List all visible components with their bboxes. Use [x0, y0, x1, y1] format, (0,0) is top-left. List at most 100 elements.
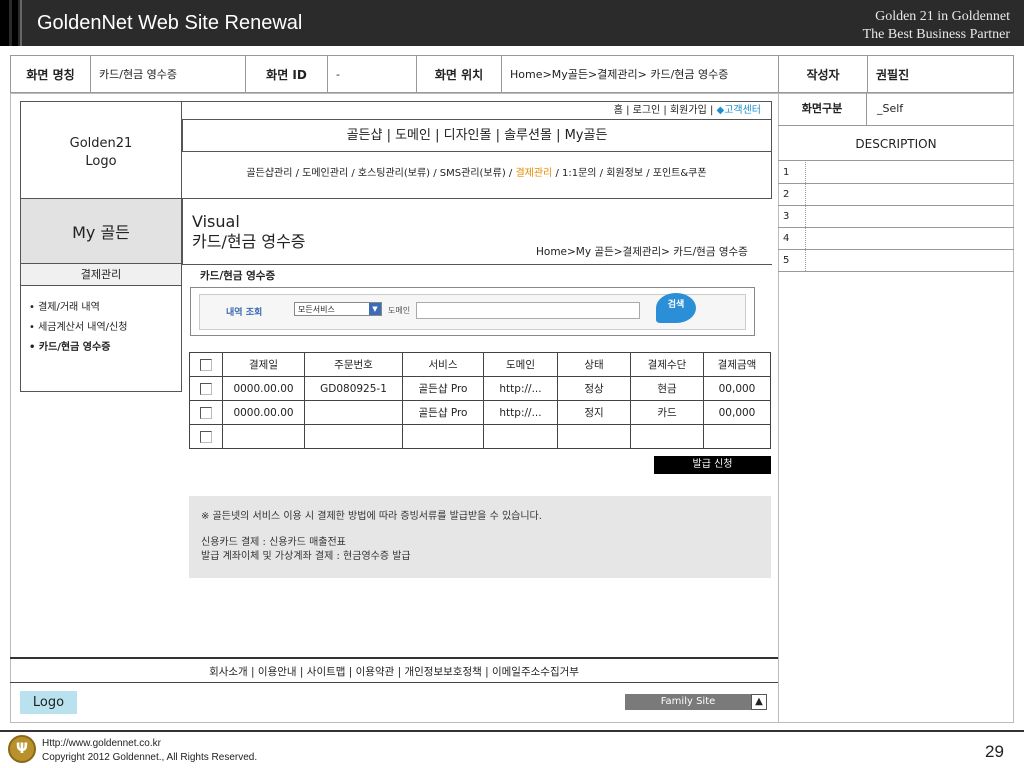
- family-site-select[interactable]: Family Site: [625, 694, 751, 710]
- screen-name-value: 카드/현금 영수증: [91, 56, 246, 92]
- table-header: 결제일 주문번호 서비스 도메인 상태 결제수단 결제금액: [189, 352, 771, 377]
- screen-name-label: 화면 명칭: [11, 56, 91, 92]
- screen-id-value: -: [328, 56, 417, 92]
- description-list: 1 2 3 4 5: [778, 162, 1014, 272]
- table-row: [189, 424, 771, 449]
- main-nav[interactable]: 골든샵 | 도메인 | 디자인몰 | 솔루션몰 | My골든: [182, 119, 772, 152]
- cell-method: [630, 424, 704, 449]
- header-decor: [20, 0, 22, 46]
- col-header: 주문번호: [304, 352, 403, 377]
- footer-logo[interactable]: Logo: [20, 691, 77, 714]
- row-select-cell: [189, 376, 223, 401]
- menu-item-receipt[interactable]: • 카드/현금 영수증: [29, 338, 181, 358]
- header-bar: GoldenNet Web Site Renewal Golden 21 in …: [0, 0, 1024, 46]
- menu-item-payment-history[interactable]: • 결제/거래 내역: [29, 298, 181, 318]
- sub-nav: 골든샵관리 / 도메인관리 / 호스팅관리(보류) / SMS관리(보류) / …: [182, 152, 772, 199]
- chevron-down-icon[interactable]: ▼: [369, 303, 381, 315]
- service-select-value: 모든서비스: [298, 305, 335, 314]
- menu-item-tax-invoice[interactable]: • 세금계산서 내역/신청: [29, 318, 181, 338]
- row-select-cell: [189, 400, 223, 425]
- col-header: 서비스: [402, 352, 484, 377]
- divider: [0, 730, 1024, 732]
- utility-links-text[interactable]: 홈 | 로그인 | 회원가입 |: [614, 105, 717, 116]
- row-checkbox[interactable]: [200, 430, 212, 443]
- search-button[interactable]: 검색: [656, 293, 696, 323]
- cell-domain[interactable]: http://...: [483, 376, 558, 401]
- screen-type-row: 화면구분 _Self: [778, 93, 1014, 126]
- table-row: 0000.00.00 GD080925-1 골든샵 Pro http://...…: [189, 376, 771, 401]
- row-checkbox[interactable]: [200, 406, 212, 419]
- breadcrumb: Home>My 골든>결제관리> 카드/현금 영수증: [536, 246, 748, 258]
- cell-domain: [483, 424, 558, 449]
- cell-status: 정상: [557, 376, 631, 401]
- cell-domain[interactable]: http://...: [483, 400, 558, 425]
- cell-status: 정지: [557, 400, 631, 425]
- col-header: 결제일: [222, 352, 305, 377]
- service-select[interactable]: 모든서비스 ▼: [294, 302, 382, 316]
- site-logo-placeholder[interactable]: Golden21 Logo: [20, 101, 182, 199]
- company-url: Http://www.goldennet.co.kr: [42, 738, 161, 749]
- col-header: 결제금액: [703, 352, 771, 377]
- cell-order: GD080925-1: [304, 376, 403, 401]
- receipt-table: 결제일 주문번호 서비스 도메인 상태 결제수단 결제금액 0000.00.00…: [189, 352, 771, 449]
- notice-line: 발급 계좌이체 및 가상계좌 결제 : 현금영수증 발급: [201, 551, 411, 562]
- cell-date: 0000.00.00: [222, 400, 305, 425]
- col-header: 도메인: [483, 352, 558, 377]
- search-inner: 내역 조회 모든서비스 ▼ 도메인 검색: [199, 293, 746, 330]
- page-number: 29: [985, 742, 1004, 761]
- row-checkbox[interactable]: [200, 382, 212, 395]
- cell-date: 0000.00.00: [222, 376, 305, 401]
- footer-links[interactable]: 회사소개 | 이용안내 | 사이트맵 | 이용약관 | 개인정보보호정책 | 이…: [10, 664, 778, 679]
- location-label: 화면 위치: [417, 56, 502, 92]
- cell-date: [222, 424, 305, 449]
- select-all-checkbox[interactable]: [200, 358, 212, 371]
- description-item: 3: [778, 206, 1014, 228]
- notice-line: 신용카드 결제 : 신용카드 매출전표: [201, 537, 346, 548]
- location-value: Home>My골든>결제관리> 카드/현금 영수증: [502, 56, 779, 92]
- header-decor: [0, 0, 9, 46]
- visual-area: Visual 카드/현금 영수증: [192, 212, 306, 252]
- author-value: 권필진: [876, 67, 910, 82]
- sub-nav-active[interactable]: 결제관리: [515, 168, 552, 179]
- cell-service: 골든샵 Pro: [402, 400, 484, 425]
- sub-nav-links-2[interactable]: / 1:1문의 / 회원정보 / 포인트&쿠폰: [552, 168, 706, 179]
- author-label: 작성자: [779, 56, 868, 92]
- description-heading: DESCRIPTION: [778, 127, 1014, 161]
- col-header: 결제수단: [630, 352, 704, 377]
- description-item: 2: [778, 184, 1014, 206]
- cell-status: [557, 424, 631, 449]
- cell-amount: [703, 424, 771, 449]
- section-title: 카드/현금 영수증: [200, 270, 276, 282]
- tagline-line2: The Best Business Partner: [862, 27, 1010, 42]
- cell-order: [304, 424, 403, 449]
- sub-nav-links[interactable]: 골든샵관리 / 도메인관리 / 호스팅관리(보류) / SMS관리(보류) /: [246, 168, 515, 179]
- issue-request-button[interactable]: 발급 신청: [654, 456, 771, 474]
- customer-center-link[interactable]: ◆고객센터: [717, 105, 762, 116]
- notice-box: ※ 골든넷의 서비스 이용 시 결제한 방법에 따라 증빙서류를 발급받을 수 …: [189, 496, 771, 578]
- cell-method: 카드: [630, 400, 704, 425]
- header-decor: [12, 0, 18, 46]
- cell-order: [304, 400, 403, 425]
- screen-type-value: _Self: [877, 102, 904, 115]
- screen-type-label: 화면구분: [778, 93, 867, 125]
- cell-service: [402, 424, 484, 449]
- search-label: 내역 조회: [226, 308, 263, 318]
- divider: [10, 657, 778, 659]
- select-all-cell: [189, 352, 223, 377]
- notice-line: ※ 골든넷의 서비스 이용 시 결제한 방법에 따라 증빙서류를 발급받을 수 …: [201, 511, 542, 522]
- logo-line1: Golden21: [69, 136, 133, 151]
- side-menu: • 결제/거래 내역 • 세금계산서 내역/신청 • 카드/현금 영수증: [20, 286, 182, 392]
- description-item: 1: [778, 162, 1014, 184]
- header-tagline: Golden 21 in Goldennet The Best Business…: [863, 8, 1010, 44]
- chevron-up-icon[interactable]: ▲: [751, 694, 767, 710]
- divider: [182, 199, 183, 265]
- payment-section-label: 결제관리: [20, 264, 182, 286]
- cell-service: 골든샵 Pro: [402, 376, 484, 401]
- tagline-line1: Golden 21 in Goldennet: [875, 9, 1010, 24]
- visual-page-title: 카드/현금 영수증: [192, 232, 306, 251]
- domain-label: 도메인: [388, 306, 411, 315]
- domain-input[interactable]: [416, 302, 640, 319]
- divider: [182, 264, 772, 265]
- screen-id-label: 화면 ID: [246, 56, 328, 92]
- company-seal-icon: Ψ: [8, 735, 36, 763]
